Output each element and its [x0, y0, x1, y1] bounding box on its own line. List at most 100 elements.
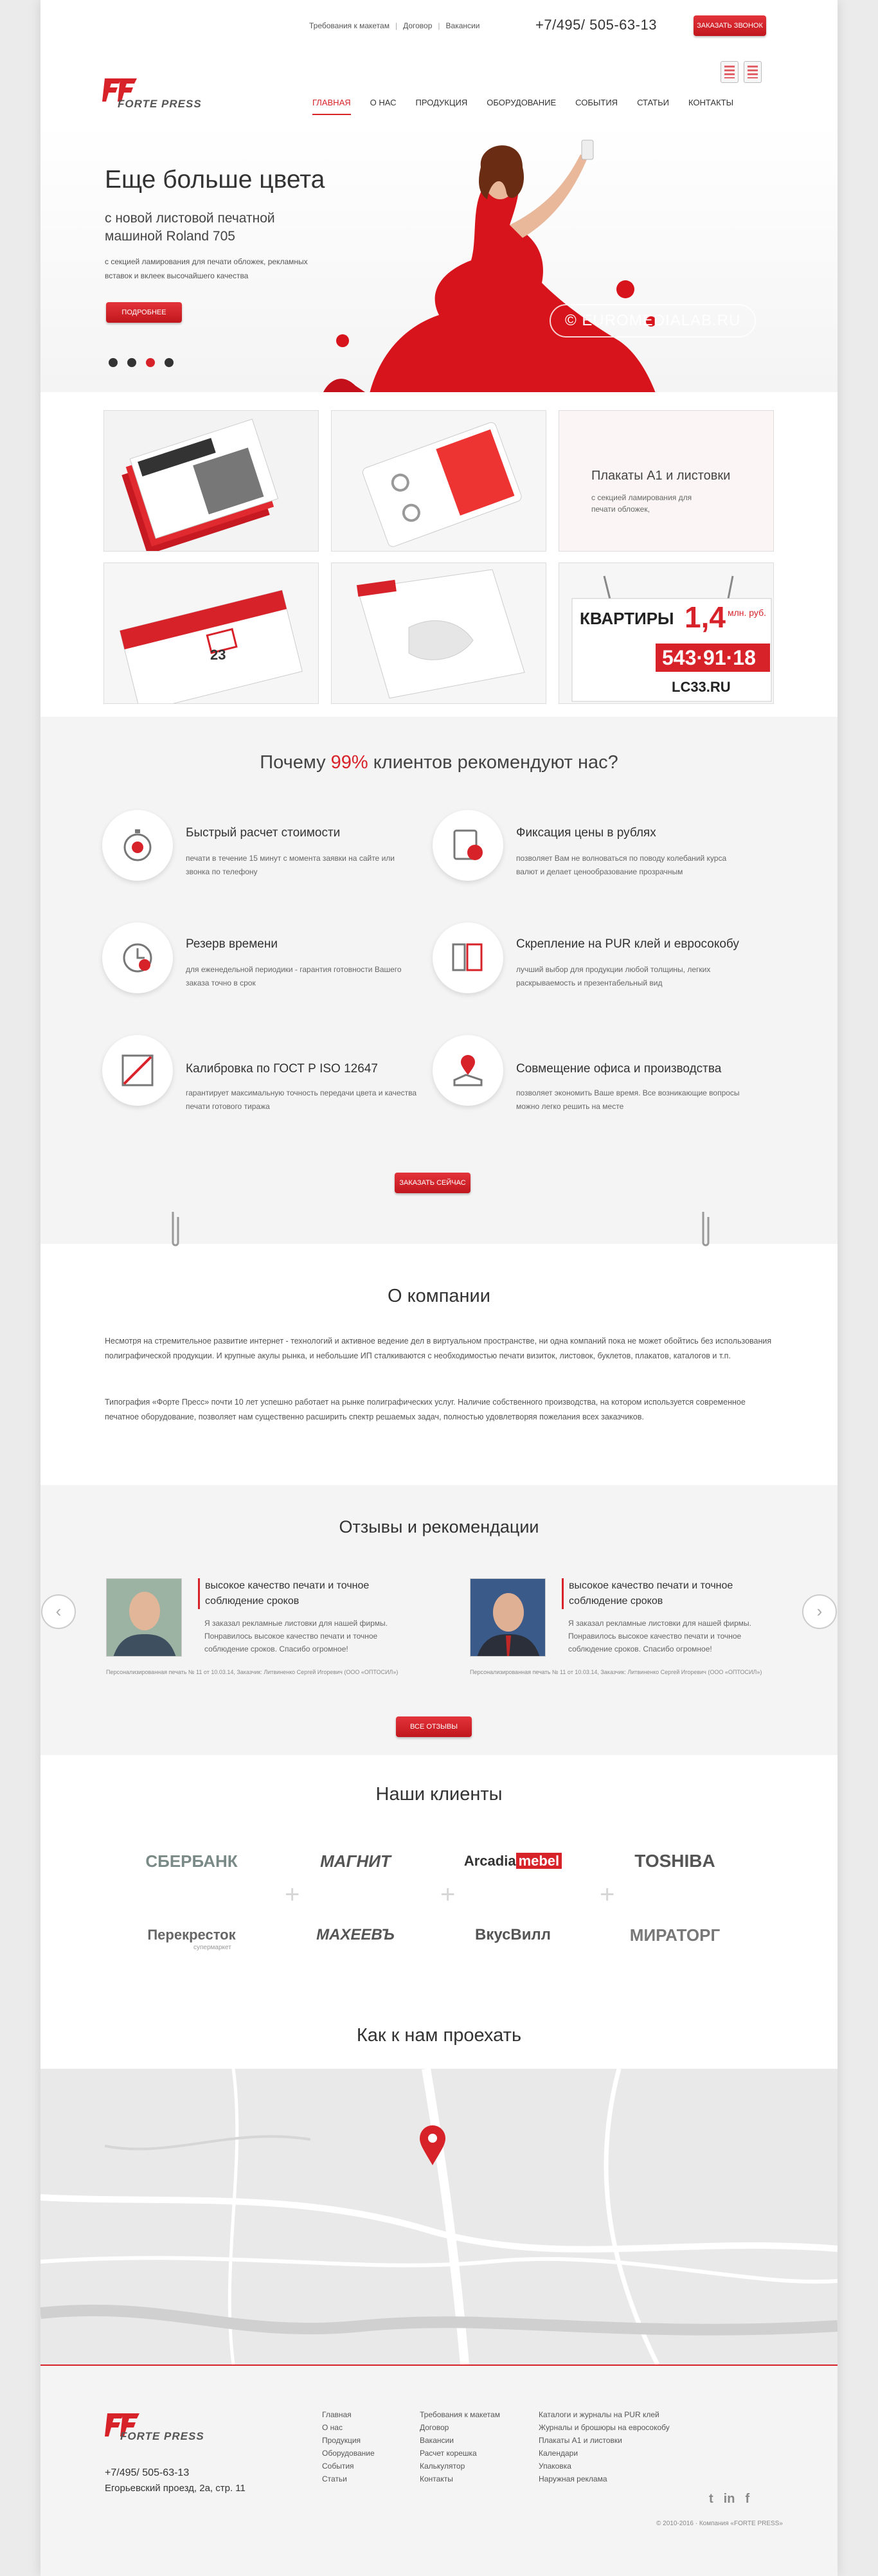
feature-title: Совмещение офиса и производства — [516, 1062, 722, 1076]
hero-description: с секцией ламирования для печати обложек… — [105, 257, 308, 280]
client-logo-perekrestok[interactable]: Перекресток супермаркет — [118, 1913, 265, 1958]
footer-link[interactable]: Контакты — [420, 2472, 500, 2485]
nav-item-contacts[interactable]: КОНТАКТЫ — [688, 98, 733, 115]
slider-dots — [109, 358, 174, 367]
footer-link[interactable]: Статьи — [322, 2472, 375, 2485]
client-logo-magnit[interactable]: МАГНИТ — [282, 1839, 429, 1884]
outdoor-ad-image: КВАРТИРЫ 1,4 млн. руб. 543·91·18 LC33.RU — [559, 563, 773, 703]
product-card-calendars[interactable]: 23 ИЮЛЬ — [103, 563, 319, 704]
slider-dot-active[interactable] — [146, 358, 155, 367]
product-card-posters[interactable]: Плакаты A1 и листовки с секцией ламирова… — [559, 410, 774, 552]
header-tools — [721, 61, 762, 83]
why-title: Почему 99% клиентов рекомендуют нас? — [40, 752, 838, 773]
top-link-requirements[interactable]: Требования к макетам — [309, 21, 390, 30]
feature-description: печати в течение 15 минут с момента заяв… — [186, 854, 395, 876]
client-logo-maheev[interactable]: МАХЕЕВЪ — [282, 1913, 429, 1958]
review-signature: Персонализированная печать № 11 от 10.03… — [470, 1669, 762, 1675]
review-headline: высокое качество печати и точное соблюде… — [562, 1578, 755, 1609]
footer-link[interactable]: О нас — [322, 2421, 375, 2434]
footer-link[interactable]: Наружная реклама — [539, 2472, 670, 2485]
divider: | — [438, 21, 440, 30]
logo[interactable]: FORTE PRESS — [102, 76, 237, 114]
reviewer-avatar — [106, 1578, 182, 1657]
separator-plus: + — [285, 1880, 300, 1909]
top-link-contract[interactable]: Договор — [403, 21, 432, 30]
hero-image — [323, 140, 656, 392]
client-logo-toshiba[interactable]: TOSHIBA — [601, 1839, 749, 1884]
social-links: t in f — [709, 2492, 749, 2507]
footer-link[interactable]: Журналы и брошюры на евросокобу — [539, 2421, 670, 2434]
footer-link[interactable]: Договор — [420, 2421, 500, 2434]
footer-logo[interactable]: FORTE PRESS — [105, 2411, 240, 2449]
footer-link[interactable]: Календари — [539, 2447, 670, 2460]
feature-description: позволяет Вам не волноваться по поводу к… — [516, 854, 727, 876]
client-logo-vkusvill[interactable]: ВкусВилл — [439, 1913, 587, 1958]
nav-item-articles[interactable]: СТАТЬИ — [637, 98, 669, 115]
price-list-icon[interactable] — [721, 61, 739, 83]
page: Требования к макетам | Договор | Ваканси… — [40, 0, 838, 2576]
hero-more-button[interactable]: ПОДРОБНЕЕ — [106, 302, 182, 323]
nav-item-products[interactable]: ПРОДУКЦИЯ — [416, 98, 468, 115]
order-now-button[interactable]: ЗАКАЗАТЬ СЕЙЧАС — [395, 1173, 470, 1193]
next-arrow-icon[interactable]: › — [802, 1594, 837, 1629]
review-text: Я заказал рекламные листовки для нашей ф… — [204, 1619, 388, 1653]
client-logo-arcadia[interactable]: Arcadia mebel — [439, 1839, 587, 1884]
product-card-magazines[interactable] — [103, 410, 319, 552]
ruble-fix-icon — [433, 810, 503, 881]
facebook-icon[interactable]: f — [745, 2492, 749, 2507]
footer-nav-main: Главная О нас Продукция Оборудование Соб… — [322, 2408, 375, 2485]
copyright: © 2010-2016 · Компания «FORTE PRESS» — [656, 2520, 783, 2527]
feature-description: для еженедельной периодики - гарантия го… — [186, 965, 402, 987]
footer-phone[interactable]: +7/495/ 505-63-13 — [105, 2467, 189, 2479]
feature-description: лучший выбор для продукции любой толщины… — [516, 965, 711, 987]
hero-slider: Еще больше цвета с новой листовой печатн… — [40, 122, 838, 392]
header-phone[interactable]: +7/495/ 505-63-13 — [535, 17, 657, 33]
nav-item-about[interactable]: О НАС — [370, 98, 397, 115]
hero-subtitle: с новой листовой печатной машиной Roland… — [105, 211, 275, 244]
footer-link[interactable]: Оборудование — [322, 2447, 375, 2460]
why-title-suffix: клиентов рекомендуют нас? — [373, 752, 618, 773]
nav-item-equipment[interactable]: ОБОРУДОВАНИЕ — [487, 98, 556, 115]
footer-link[interactable]: Каталоги и журналы на PUR клей — [539, 2408, 670, 2421]
magazines-image — [104, 411, 318, 551]
footer-link[interactable]: Калькулятор — [420, 2460, 500, 2472]
divider: | — [395, 21, 398, 30]
footer-link[interactable]: Главная — [322, 2408, 375, 2421]
linkedin-icon[interactable]: in — [724, 2492, 735, 2507]
footer-link[interactable]: Требования к макетам — [420, 2408, 500, 2421]
ad-headline: КВАРТИРЫ — [580, 609, 674, 628]
route-title: Как к нам проехать — [356, 2025, 522, 2046]
calculator-icon[interactable] — [744, 61, 762, 83]
product-card-packaging[interactable] — [331, 563, 546, 704]
prev-arrow-icon[interactable]: ‹ — [41, 1594, 76, 1629]
review-headline: высокое качество печати и точное соблюде… — [198, 1578, 391, 1609]
footer-link[interactable]: Плакаты A1 и листовки — [539, 2434, 670, 2447]
client-logo-miratorg[interactable]: МИРАТОРГ — [601, 1913, 749, 1958]
hero-title: Еще больше цвета — [105, 166, 325, 194]
product-card-outdoor[interactable]: КВАРТИРЫ 1,4 млн. руб. 543·91·18 LC33.RU — [559, 563, 774, 704]
nav-item-home[interactable]: ГЛАВНАЯ — [312, 98, 351, 115]
map-image — [40, 2069, 838, 2364]
product-card-folders[interactable] — [331, 410, 546, 552]
slider-dot[interactable] — [165, 358, 174, 367]
nav-item-events[interactable]: СОБЫТИЯ — [575, 98, 618, 115]
logo-text: FORTE PRESS — [118, 98, 202, 110]
ad-phone: 543·91·18 — [662, 646, 756, 669]
client-logo-sberbank[interactable]: СБЕРБАНК — [118, 1839, 265, 1884]
main-nav: ГЛАВНАЯ О НАС ПРОДУКЦИЯ ОБОРУДОВАНИЕ СОБ… — [312, 98, 753, 115]
slider-dot[interactable] — [109, 358, 118, 367]
all-reviews-button[interactable]: ВСЕ ОТЗЫВЫ — [396, 1716, 472, 1737]
call-request-button[interactable]: ЗАКАЗАТЬ ЗВОНОК — [694, 15, 766, 36]
footer-link[interactable]: Продукция — [322, 2434, 375, 2447]
feature-title: Калибровка по ГОСТ Р ISO 12647 — [186, 1062, 378, 1076]
footer-link[interactable]: Упаковка — [539, 2460, 670, 2472]
ad-price: 1,4 — [685, 600, 726, 634]
footer-address: Егорьевский проезд, 2а, стр. 11 — [105, 2483, 246, 2494]
twitter-icon[interactable]: t — [709, 2492, 713, 2507]
map[interactable] — [40, 2069, 838, 2364]
footer-link[interactable]: Расчет корешка — [420, 2447, 500, 2460]
top-link-vacancies[interactable]: Вакансии — [446, 21, 480, 30]
slider-dot[interactable] — [127, 358, 136, 367]
footer-link[interactable]: Вакансии — [420, 2434, 500, 2447]
footer-link[interactable]: События — [322, 2460, 375, 2472]
